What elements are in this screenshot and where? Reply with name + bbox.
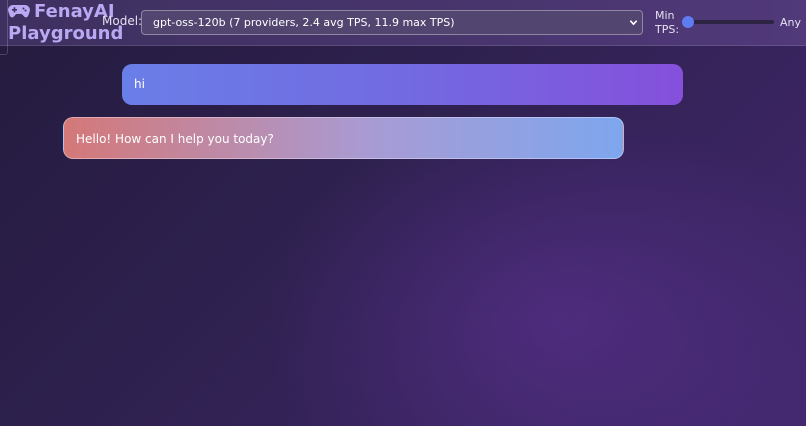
user-message-text: hi xyxy=(134,77,145,91)
model-label: Model: xyxy=(102,14,143,28)
header-edge-divider xyxy=(0,0,8,55)
min-tps-label-line2: TPS: xyxy=(655,23,680,36)
min-tps-label: Min TPS: xyxy=(655,9,679,37)
min-tps-slider[interactable] xyxy=(682,16,774,28)
user-message-bubble: hi xyxy=(122,64,683,105)
slider-track[interactable] xyxy=(682,20,774,24)
min-tps-value: Any xyxy=(780,16,802,29)
chevron-down-icon xyxy=(629,20,638,26)
gamepad-icon xyxy=(8,5,30,18)
model-select[interactable]: gpt-oss-120b (7 providers, 2.4 avg TPS, … xyxy=(141,10,643,35)
assistant-message-text: Hello! How can I help you today? xyxy=(76,132,274,146)
model-select-value: gpt-oss-120b (7 providers, 2.4 avg TPS, … xyxy=(153,16,455,29)
top-bar: FenayAI Playground Model: gpt-oss-120b (… xyxy=(0,0,806,55)
assistant-message-bubble: Hello! How can I help you today? xyxy=(63,117,624,159)
min-tps-label-line1: Min xyxy=(655,9,675,22)
slider-thumb[interactable] xyxy=(682,16,694,28)
